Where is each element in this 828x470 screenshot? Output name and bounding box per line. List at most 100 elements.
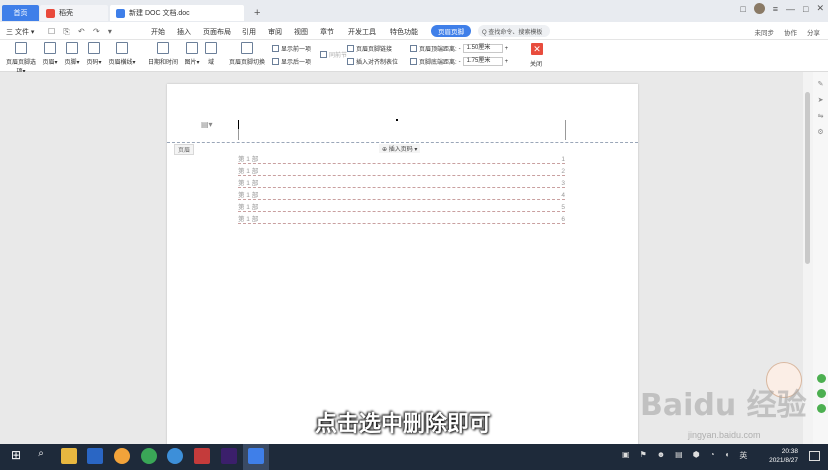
menu-bar: 三 文件 ▾ ☐ ⎘ ↶ ↷ ▾ 开始 插入 页面布局 引用 审阅 视图 章节 …: [0, 22, 828, 40]
menu-section[interactable]: 章节: [320, 27, 334, 37]
video-subtitle: 点击选中删除即可: [315, 412, 492, 437]
clock-date: 2021/8/27: [769, 457, 798, 464]
menu-insert[interactable]: 插入: [177, 27, 191, 37]
cursor-select-icon[interactable]: ➤: [813, 96, 828, 104]
close-header-footer-button[interactable]: ✕: [531, 43, 543, 55]
share-link[interactable]: 分享: [807, 27, 820, 37]
green-status-icon[interactable]: [817, 374, 826, 383]
paste-options-icon[interactable]: ▤▾: [201, 120, 213, 129]
start-icon[interactable]: ⊞: [8, 448, 24, 464]
maximize-button[interactable]: □: [803, 4, 808, 14]
tray-app-icon[interactable]: ▣: [622, 450, 630, 461]
new-tab-button[interactable]: +: [248, 5, 266, 21]
tray-app-icon[interactable]: ⬢: [693, 450, 700, 461]
menu-header-footer[interactable]: 页眉页脚: [431, 25, 471, 37]
picture-button[interactable]: 图片▾: [182, 42, 202, 66]
menu-references[interactable]: 引用: [242, 27, 256, 37]
header-footer-switch-button[interactable]: 页眉页脚切换: [226, 42, 268, 66]
menu-icon[interactable]: ≡: [773, 4, 778, 14]
layout-icon[interactable]: □: [740, 4, 745, 14]
collab-link[interactable]: 协作: [784, 27, 797, 37]
close-window-button[interactable]: ✕: [816, 3, 824, 14]
tray-app-icon[interactable]: ▤: [675, 450, 683, 461]
insert-tab-stop-option[interactable]: 插入对齐制表位: [347, 57, 398, 66]
toc-entry[interactable]: 第 1 部 2: [238, 166, 565, 176]
menu-page-layout[interactable]: 页面布局: [203, 27, 231, 37]
page-number-button[interactable]: 页码▾: [84, 42, 104, 66]
field-button[interactable]: 域: [204, 42, 218, 66]
quick-access-toolbar[interactable]: ☐ ⎘ ↶ ↷ ▾: [48, 27, 115, 37]
green-status-icon[interactable]: [817, 404, 826, 413]
tray-app-icon[interactable]: ⚑: [640, 450, 647, 461]
tab-wps[interactable]: 稻壳: [40, 5, 108, 21]
toc-entry[interactable]: 第 1 部 1: [238, 154, 565, 164]
tab-document-label: 新建 DOC 文档.doc: [129, 10, 190, 17]
network-icon[interactable]: ◔: [710, 450, 715, 461]
language-indicator[interactable]: 英: [739, 450, 747, 461]
toc-entry[interactable]: 第 1 部 5: [238, 202, 565, 212]
header-footer-options-button[interactable]: 页眉页脚选项▾: [4, 42, 38, 75]
spin-label: 页眉顶端距离:: [419, 47, 457, 53]
avatar[interactable]: [753, 3, 765, 14]
button-label: 页眉▾: [42, 60, 58, 66]
menu-developer[interactable]: 开发工具: [348, 27, 376, 37]
search-icon[interactable]: ⌕: [33, 448, 49, 464]
menu-view[interactable]: 视图: [294, 27, 308, 37]
toc-entry-label: 第 1 部: [238, 204, 259, 211]
header-line-icon: [116, 42, 128, 54]
wps-writer-icon[interactable]: [248, 448, 264, 464]
browser-icon[interactable]: [167, 448, 183, 464]
chrome-icon[interactable]: [141, 448, 157, 464]
spin-minus[interactable]: -: [459, 59, 461, 65]
app-icon[interactable]: [114, 448, 130, 464]
tab-document[interactable]: 新建 DOC 文档.doc: [110, 5, 244, 21]
command-search-input[interactable]: Q 查找命令、搜索模板: [478, 25, 550, 37]
menu-right-links: 未同步 协作 分享: [755, 27, 821, 37]
show-previous-option[interactable]: 显示前一项: [272, 44, 311, 53]
show-next-option[interactable]: 显示后一项: [272, 57, 311, 66]
menu-review[interactable]: 审阅: [268, 27, 282, 37]
header-line-button[interactable]: 页眉横线▾: [106, 42, 138, 66]
insert-page-number-button[interactable]: ⊕ 插入页码 ▾: [379, 144, 421, 153]
spin-plus[interactable]: +: [505, 59, 509, 65]
premiere-icon[interactable]: [221, 448, 237, 464]
volume-icon[interactable]: ◖: [725, 450, 730, 461]
toc-entry[interactable]: 第 1 部 4: [238, 190, 565, 200]
settings-icon[interactable]: ⚙: [813, 128, 828, 136]
header-button[interactable]: 页眉▾: [40, 42, 60, 66]
button-label: 页眉横线▾: [108, 60, 136, 66]
text-cursor: [238, 120, 239, 129]
toc-entry[interactable]: 第 1 部 6: [238, 214, 565, 224]
footer-button[interactable]: 页脚▾: [62, 42, 82, 66]
ribbon-toolbar: 页眉页脚选项▾ 页眉▾ 页脚▾ 页码▾ 页眉横线▾ 日期和时间 图片▾ 域 页眉…: [0, 40, 828, 75]
person-icon[interactable]: ☻: [657, 450, 665, 461]
window-controls: □ ≡ — □ ✕: [740, 3, 824, 14]
menu-features[interactable]: 特色功能: [390, 27, 418, 37]
tab-home[interactable]: 首页: [2, 5, 39, 21]
spin-plus[interactable]: +: [505, 46, 509, 52]
header-top-distance-input[interactable]: 1.50厘米: [462, 44, 503, 53]
mail-icon[interactable]: [87, 448, 103, 464]
file-explorer-icon[interactable]: [61, 448, 77, 464]
minimize-button[interactable]: —: [786, 4, 795, 14]
toc-entry-page: 4: [561, 192, 565, 199]
file-menu[interactable]: 三 文件 ▾: [6, 27, 34, 37]
toc-entry[interactable]: 第 1 部 3: [238, 178, 565, 188]
pen-icon[interactable]: ✎: [813, 80, 828, 88]
same-as-previous-option[interactable]: 同前节: [320, 50, 347, 59]
notification-icon[interactable]: [809, 451, 820, 461]
spin-minus[interactable]: -: [459, 46, 461, 52]
green-status-icon[interactable]: [817, 389, 826, 398]
menu-start[interactable]: 开始: [151, 27, 165, 37]
clock[interactable]: 20:38 2021/8/27: [769, 447, 798, 465]
wps-taskbar-icon[interactable]: [194, 448, 210, 464]
header-footer-link-option[interactable]: 页眉页脚链接: [347, 44, 392, 53]
document-page[interactable]: ▤▾ 页眉 ⊕ 插入页码 ▾ 第 1 部 1 第 1 部 2 第 1 部 3 第…: [167, 84, 638, 454]
footer-bottom-distance-input[interactable]: 1.75厘米: [462, 57, 503, 66]
header-top-distance: 页眉顶端距离: - 1.50厘米 +: [410, 44, 508, 53]
scrollbar-thumb[interactable]: [805, 92, 810, 264]
sync-link[interactable]: 未同步: [755, 27, 775, 37]
adjust-icon[interactable]: ⇋: [813, 112, 828, 120]
clock-time: 20:38: [781, 448, 798, 455]
date-time-button[interactable]: 日期和时间: [146, 42, 180, 66]
